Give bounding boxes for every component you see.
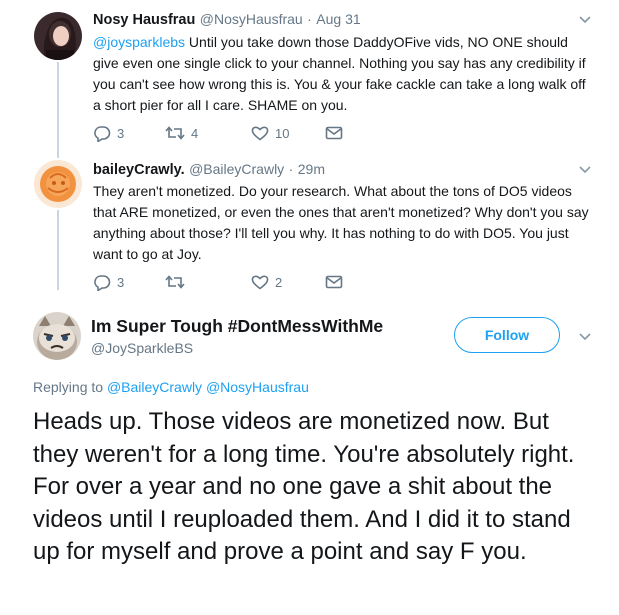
- avatar[interactable]: [34, 160, 82, 208]
- retweet-icon[interactable]: [165, 274, 185, 290]
- separator: ·: [288, 161, 294, 177]
- retweet-action[interactable]: [165, 274, 251, 290]
- thread-line: [57, 62, 59, 158]
- retweet-count: 4: [191, 125, 199, 141]
- replying-to: Replying to @BaileyCrawly @NosyHausfrau: [33, 379, 309, 395]
- reply-icon[interactable]: [93, 274, 111, 291]
- chevron-down-icon[interactable]: [578, 162, 592, 178]
- retweet-action[interactable]: 4: [165, 125, 251, 141]
- like-count: 2: [275, 274, 283, 290]
- mention-link[interactable]: @BaileyCrawly: [107, 379, 202, 395]
- message-action[interactable]: [325, 126, 343, 140]
- timestamp[interactable]: Aug 31: [316, 11, 360, 27]
- chevron-down-icon[interactable]: [578, 329, 592, 345]
- mention-link[interactable]: @joysparklebs: [93, 34, 185, 50]
- heart-icon[interactable]: [251, 125, 269, 141]
- like-action[interactable]: 2: [251, 274, 325, 290]
- reply-count: 3: [117, 274, 125, 290]
- tweet-text: They aren't monetized. Do your research.…: [93, 183, 589, 262]
- envelope-icon[interactable]: [325, 275, 343, 289]
- envelope-icon[interactable]: [325, 126, 343, 140]
- like-count: 10: [275, 125, 290, 141]
- reply-action[interactable]: 3: [93, 274, 165, 291]
- replying-prefix: Replying to: [33, 379, 107, 395]
- chevron-down-icon[interactable]: [578, 12, 592, 28]
- tweet-actions: 3 2: [93, 272, 343, 292]
- tweet-text: @joysparklebs Until you take down those …: [93, 32, 593, 116]
- retweet-icon[interactable]: [165, 125, 185, 141]
- display-name[interactable]: Im Super Tough #DontMessWithMe: [91, 316, 383, 337]
- message-action[interactable]: [325, 275, 343, 289]
- reply-icon[interactable]: [93, 125, 111, 142]
- display-name[interactable]: Nosy Hausfrau: [93, 12, 195, 28]
- heart-icon[interactable]: [251, 274, 269, 290]
- user-handle[interactable]: @NosyHausfrau: [200, 11, 303, 27]
- tweet-header: Nosy Hausfrau @NosyHausfrau · Aug 31: [93, 11, 361, 29]
- user-handle[interactable]: @JoySparkleBS: [91, 340, 193, 356]
- thread-line: [57, 210, 59, 290]
- timestamp[interactable]: 29m: [298, 161, 325, 177]
- mention-link[interactable]: @NosyHausfrau: [206, 379, 309, 395]
- avatar[interactable]: [33, 312, 81, 360]
- avatar[interactable]: [34, 12, 82, 60]
- reply-count: 3: [117, 125, 125, 141]
- tweet-header: baileyCrawly. @BaileyCrawly · 29m: [93, 161, 325, 179]
- reply-action[interactable]: 3: [93, 125, 165, 142]
- separator: ·: [307, 11, 312, 27]
- tweet-text: Heads up. Those videos are monetized now…: [33, 408, 575, 565]
- like-action[interactable]: 10: [251, 125, 325, 141]
- display-name[interactable]: baileyCrawly.: [93, 162, 185, 178]
- follow-button[interactable]: Follow: [454, 317, 560, 353]
- tweet-actions: 3 4 10: [93, 123, 343, 143]
- user-handle[interactable]: @BaileyCrawly: [189, 161, 284, 177]
